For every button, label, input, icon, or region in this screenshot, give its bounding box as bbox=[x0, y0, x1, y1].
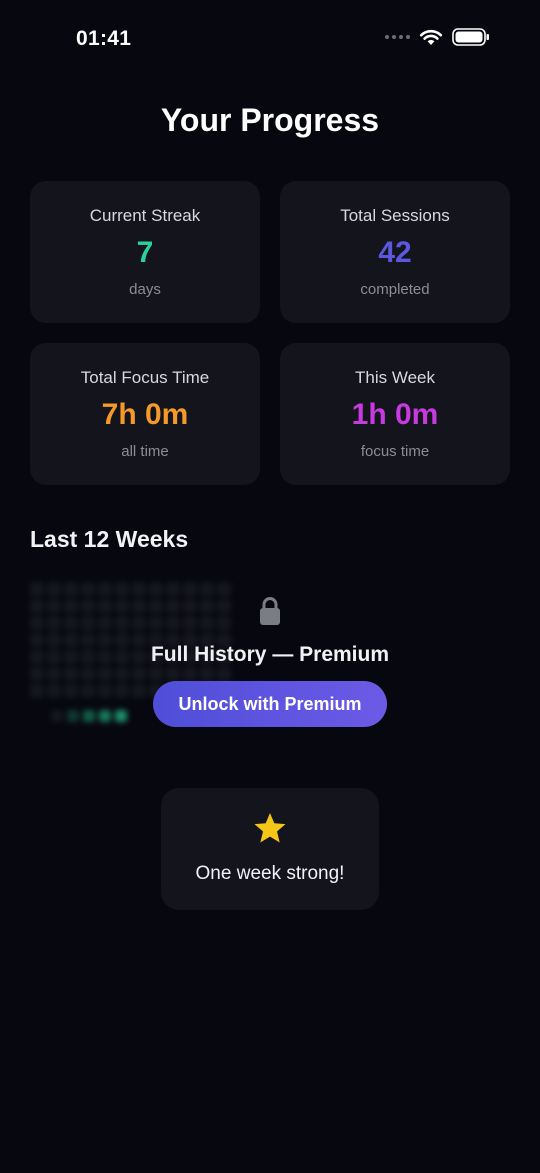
heatmap-cell bbox=[47, 599, 61, 613]
premium-locked-title: Full History — Premium bbox=[150, 643, 390, 666]
stat-card-current-streak: Current Streak 7 days bbox=[30, 181, 260, 323]
heatmap-cell bbox=[30, 599, 44, 613]
heatmap-cell bbox=[115, 667, 129, 681]
achievement-card: One week strong! bbox=[161, 788, 379, 910]
heatmap-cell bbox=[98, 582, 112, 596]
heatmap-cell bbox=[98, 599, 112, 613]
heatmap-cell bbox=[200, 616, 214, 630]
status-time: 01:41 bbox=[76, 27, 132, 50]
status-icons bbox=[385, 28, 490, 46]
heatmap-cell bbox=[47, 684, 61, 698]
heatmap-cell bbox=[81, 582, 95, 596]
heatmap-cell bbox=[200, 599, 214, 613]
heatmap-cell bbox=[98, 684, 112, 698]
stat-label: Total Focus Time bbox=[80, 368, 210, 387]
stat-label: This Week bbox=[355, 368, 435, 387]
heatmap-cell bbox=[64, 616, 78, 630]
heatmap-cell bbox=[166, 582, 180, 596]
heatmap-cell bbox=[30, 684, 44, 698]
stat-unit: completed bbox=[360, 281, 430, 298]
heatmap-cell bbox=[81, 684, 95, 698]
heatmap-cell bbox=[132, 599, 146, 613]
heatmap-cell bbox=[217, 599, 231, 613]
heatmap-cell bbox=[200, 667, 214, 681]
stat-value: 7 bbox=[136, 236, 154, 269]
heatmap-cell bbox=[115, 616, 129, 630]
heatmap-cell bbox=[47, 616, 61, 630]
stat-card-this-week: This Week 1h 0m focus time bbox=[280, 343, 510, 485]
lock-icon bbox=[260, 597, 280, 625]
heatmap-cell bbox=[166, 667, 180, 681]
heatmap-cell bbox=[217, 616, 231, 630]
stat-unit: focus time bbox=[360, 443, 430, 460]
heatmap-cell bbox=[183, 616, 197, 630]
stat-label: Total Sessions bbox=[340, 206, 450, 225]
heatmap-cell bbox=[30, 667, 44, 681]
unlock-premium-button[interactable]: Unlock with Premium bbox=[153, 681, 387, 727]
stat-label: Current Streak bbox=[89, 206, 201, 225]
heatmap-cell bbox=[217, 667, 231, 681]
star-icon bbox=[254, 813, 286, 843]
heatmap-cell bbox=[64, 684, 78, 698]
heatmap-cell bbox=[81, 599, 95, 613]
wifi-icon bbox=[419, 29, 443, 45]
stat-value: 42 bbox=[378, 236, 412, 269]
battery-icon bbox=[452, 28, 489, 46]
heatmap-cell bbox=[166, 616, 180, 630]
heatmap-cell bbox=[149, 582, 163, 596]
heatmap-cell bbox=[166, 599, 180, 613]
heatmap-cell bbox=[115, 582, 129, 596]
heatmap-cell bbox=[183, 582, 197, 596]
stat-value: 7h 0m bbox=[101, 398, 189, 431]
heatmap-cell bbox=[183, 599, 197, 613]
stat-value: 1h 0m bbox=[351, 398, 439, 431]
heatmap-cell bbox=[98, 667, 112, 681]
heatmap-cell bbox=[64, 582, 78, 596]
heatmap-cell bbox=[47, 582, 61, 596]
heatmap-cell bbox=[98, 616, 112, 630]
heatmap-cell bbox=[217, 582, 231, 596]
stat-unit: all time bbox=[121, 443, 169, 460]
heatmap-cell bbox=[64, 599, 78, 613]
progress-screen: 01:41 Your Progress Current Streak 7 day… bbox=[0, 0, 540, 1173]
heatmap-cell bbox=[81, 616, 95, 630]
heatmap-cell bbox=[149, 599, 163, 613]
page-title: Your Progress bbox=[160, 102, 380, 138]
heatmap-cell bbox=[132, 667, 146, 681]
heatmap-cell bbox=[30, 582, 44, 596]
stat-card-total-focus-time: Total Focus Time 7h 0m all time bbox=[30, 343, 260, 485]
achievement-text: One week strong! bbox=[195, 863, 345, 884]
heatmap-cell bbox=[183, 667, 197, 681]
heatmap-cell bbox=[47, 667, 61, 681]
heatmap-cell bbox=[132, 616, 146, 630]
heatmap-cell bbox=[30, 616, 44, 630]
heatmap-cell bbox=[132, 684, 146, 698]
cellular-signal-icon bbox=[385, 35, 410, 39]
stat-unit: days bbox=[129, 281, 161, 298]
heatmap-cell bbox=[115, 599, 129, 613]
heatmap-cell bbox=[132, 582, 146, 596]
heatmap-cell bbox=[115, 684, 129, 698]
history-section-title: Last 12 Weeks bbox=[30, 526, 189, 552]
stat-card-total-sessions: Total Sessions 42 completed bbox=[280, 181, 510, 323]
heatmap-cell bbox=[149, 667, 163, 681]
heatmap-cell bbox=[64, 667, 78, 681]
heatmap-cell bbox=[149, 616, 163, 630]
heatmap-cell bbox=[81, 667, 95, 681]
heatmap-cell bbox=[200, 582, 214, 596]
